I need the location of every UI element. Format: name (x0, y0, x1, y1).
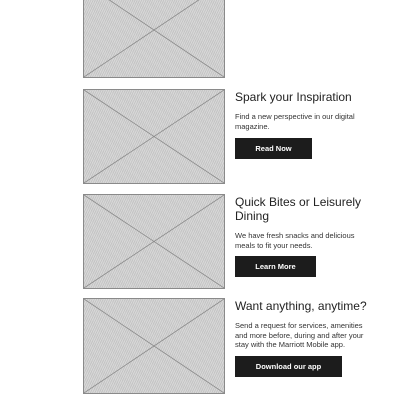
card-image-placeholder-1 (83, 0, 225, 78)
card-image-placeholder-4 (83, 298, 225, 394)
read-now-button[interactable]: Read Now (235, 138, 312, 159)
card-title: Spark your Inspiration (235, 90, 352, 104)
card-description: Send a request for services, amenities a… (235, 321, 364, 349)
image-placeholder-icon (84, 0, 224, 77)
image-placeholder-icon (84, 195, 224, 288)
card-text-3: Quick Bites or Leisurely Dining We have … (235, 195, 375, 250)
card-description: Find a new perspective in our digital ma… (235, 112, 355, 131)
card-description: We have fresh snacks and delicious meals… (235, 231, 355, 250)
card-image-placeholder-3 (83, 194, 225, 289)
download-app-button[interactable]: Download our app (235, 356, 342, 377)
card-title: Want anything, anytime? (235, 299, 367, 313)
card-text-4: Want anything, anytime? Send a request f… (235, 299, 375, 350)
card-text-2: Spark your Inspiration Find a new perspe… (235, 90, 375, 131)
card-title: Quick Bites or Leisurely Dining (235, 195, 362, 223)
card-image-placeholder-2 (83, 89, 225, 184)
image-placeholder-icon (84, 90, 224, 183)
learn-more-button[interactable]: Learn More (235, 256, 316, 277)
image-placeholder-icon (84, 299, 224, 393)
